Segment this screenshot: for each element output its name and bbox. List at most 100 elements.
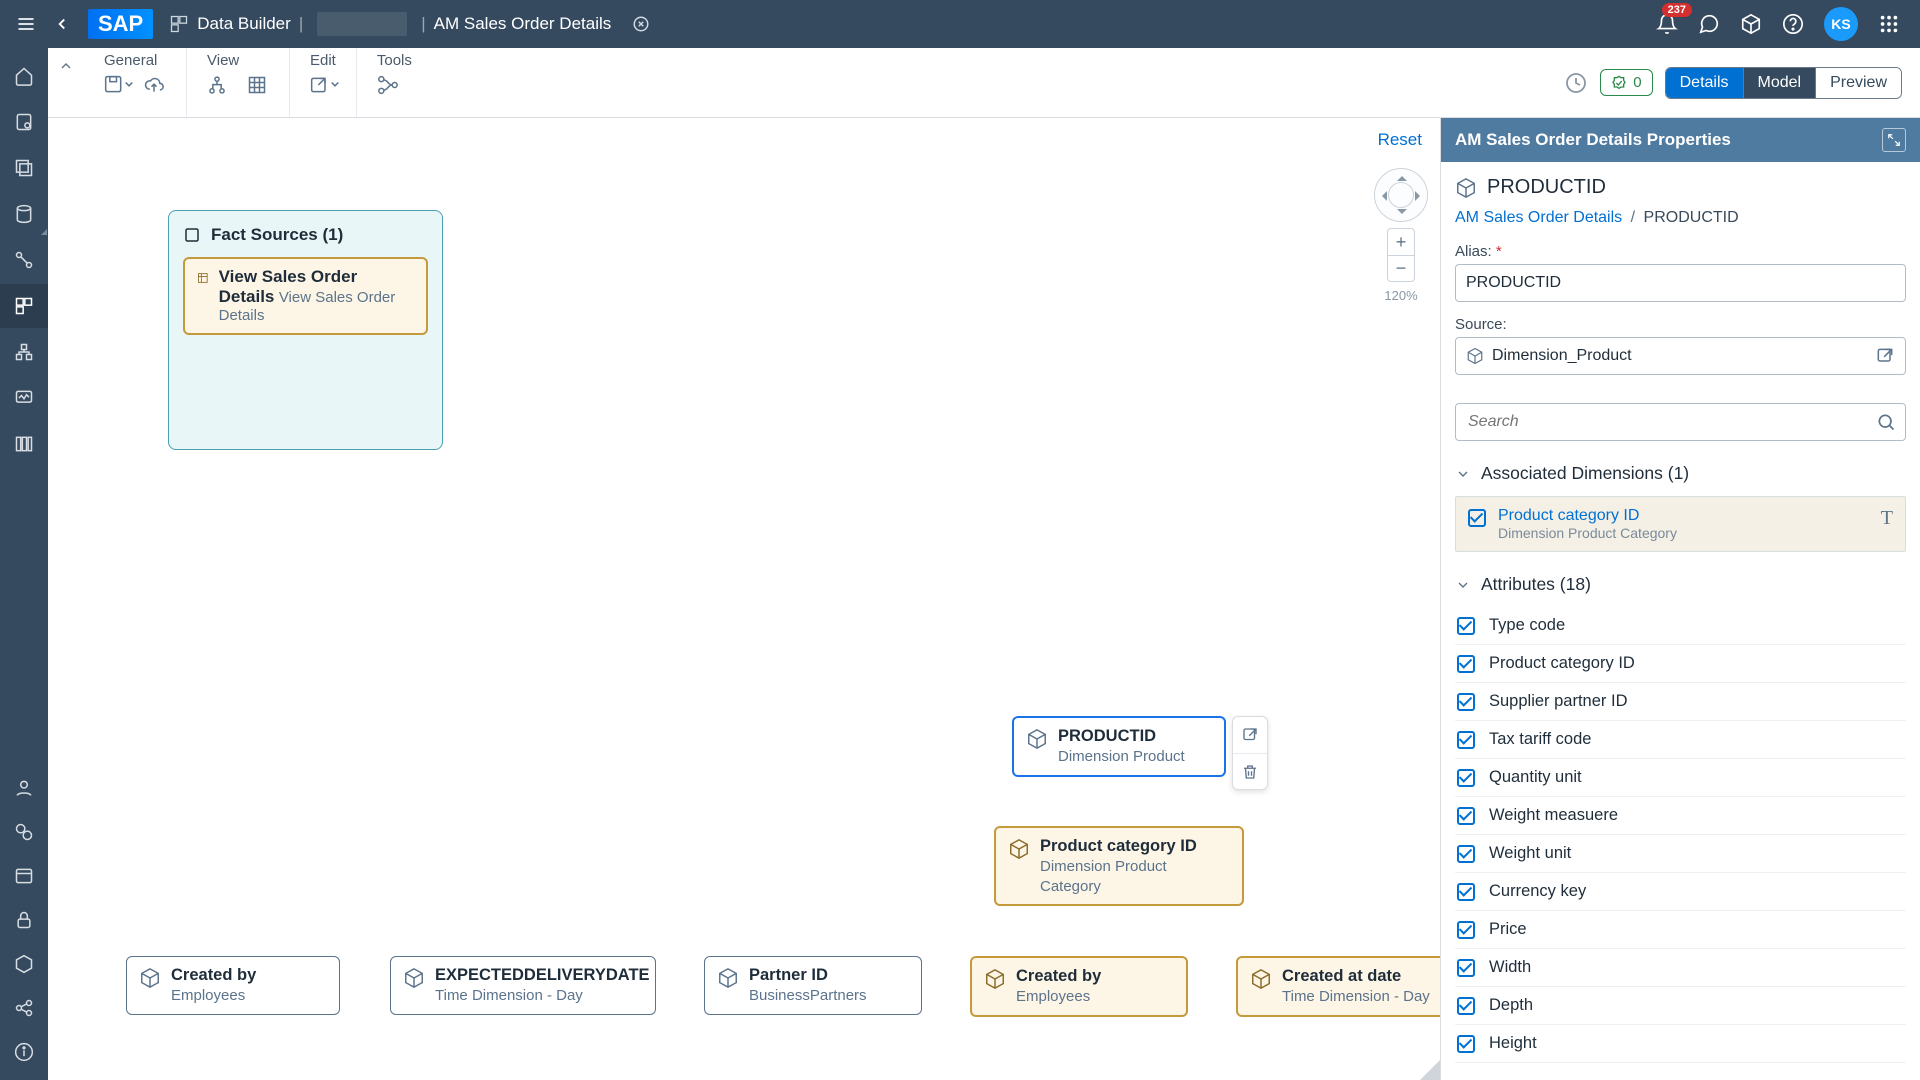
- rail-share-icon[interactable]: [0, 986, 48, 1030]
- checkbox[interactable]: [1457, 693, 1475, 711]
- model-canvas[interactable]: Fact Sources (1) View Sales Order Detail…: [48, 118, 1440, 1080]
- view-mode-segments: Details Model Preview: [1665, 67, 1902, 99]
- attribute-row[interactable]: Currency key: [1455, 873, 1906, 911]
- node-title: PRODUCTID: [1058, 726, 1185, 747]
- checkbox[interactable]: [1457, 921, 1475, 939]
- attribute-row[interactable]: Height: [1455, 1025, 1906, 1063]
- segment-preview[interactable]: Preview: [1815, 68, 1901, 98]
- rail-columns-icon[interactable]: [0, 422, 48, 466]
- rail-database-icon[interactable]: [0, 192, 48, 236]
- node-delete-icon[interactable]: [1233, 753, 1267, 789]
- source-input[interactable]: Dimension_Product: [1455, 337, 1906, 375]
- attribute-row[interactable]: Type code: [1455, 607, 1906, 645]
- zoom-out-icon[interactable]: −: [1388, 255, 1414, 281]
- back-icon[interactable]: [44, 6, 80, 42]
- associated-dimension-card[interactable]: Product category ID Dimension Product Ca…: [1455, 496, 1906, 552]
- validation-pill[interactable]: 0: [1600, 69, 1652, 96]
- segment-model[interactable]: Model: [1743, 68, 1816, 98]
- node-title: EXPECTEDDELIVERYDATE: [435, 965, 650, 986]
- node-productid[interactable]: PRODUCTIDDimension Product: [1012, 716, 1226, 777]
- collapse-toolbar-icon[interactable]: [48, 48, 84, 117]
- node-created-by-1[interactable]: Created byEmployees: [126, 956, 340, 1015]
- rail-lock-icon[interactable]: [0, 898, 48, 942]
- rail-catalog-icon[interactable]: [0, 854, 48, 898]
- app-grid-icon[interactable]: [1878, 13, 1900, 35]
- node-subtitle: Time Dimension - Day: [1282, 987, 1430, 1007]
- notification-icon[interactable]: 237: [1656, 13, 1678, 35]
- search-input[interactable]: [1455, 403, 1906, 441]
- checkbox[interactable]: [1457, 845, 1475, 863]
- export-icon[interactable]: [310, 75, 332, 97]
- checkbox[interactable]: [1457, 731, 1475, 749]
- bc-root[interactable]: AM Sales Order Details: [1455, 209, 1622, 226]
- app-name[interactable]: Data Builder: [197, 14, 291, 34]
- checkbox[interactable]: [1457, 997, 1475, 1015]
- rail-person-icon[interactable]: [0, 766, 48, 810]
- checkbox[interactable]: [1457, 883, 1475, 901]
- history-icon[interactable]: [1564, 71, 1588, 95]
- fact-node-view-sales-order[interactable]: View Sales Order Details View Sales Orde…: [183, 257, 428, 335]
- checkbox[interactable]: [1457, 1035, 1475, 1053]
- space-selector[interactable]: [317, 12, 407, 36]
- node-product-category[interactable]: Product category IDDimension Product Cat…: [994, 826, 1244, 906]
- deploy-icon[interactable]: [144, 75, 166, 97]
- expand-panel-icon[interactable]: [1882, 128, 1906, 152]
- save-icon[interactable]: [104, 75, 126, 97]
- attribute-row[interactable]: Price: [1455, 911, 1906, 949]
- search-icon[interactable]: [1876, 412, 1896, 432]
- rail-search-icon[interactable]: [0, 810, 48, 854]
- fact-sources-group[interactable]: Fact Sources (1) View Sales Order Detail…: [168, 210, 443, 450]
- node-open-icon[interactable]: [1233, 717, 1267, 753]
- node-expected-delivery[interactable]: EXPECTEDDELIVERYDATETime Dimension - Day: [390, 956, 656, 1015]
- attribute-label: Product category ID: [1489, 654, 1635, 673]
- node-created-by-2[interactable]: Created byEmployees: [970, 956, 1188, 1017]
- checkbox[interactable]: [1457, 807, 1475, 825]
- attribute-row[interactable]: Width: [1455, 949, 1906, 987]
- rail-flow-icon[interactable]: [0, 238, 48, 282]
- attribute-row[interactable]: Depth: [1455, 987, 1906, 1025]
- segment-details[interactable]: Details: [1666, 68, 1743, 98]
- reset-button[interactable]: Reset: [1378, 130, 1422, 150]
- attribute-label: Type code: [1489, 616, 1565, 635]
- section-attributes[interactable]: Attributes (18): [1455, 574, 1906, 595]
- impact-icon[interactable]: [377, 75, 399, 97]
- node-partner-id[interactable]: Partner IDBusinessPartners: [704, 956, 922, 1015]
- checkbox[interactable]: [1457, 769, 1475, 787]
- checkbox[interactable]: [1468, 509, 1486, 527]
- checkbox[interactable]: [1457, 655, 1475, 673]
- package-icon[interactable]: [1740, 13, 1762, 35]
- attribute-row[interactable]: Product category ID: [1455, 645, 1906, 683]
- open-source-icon[interactable]: [1875, 346, 1895, 366]
- avatar[interactable]: KS: [1824, 7, 1858, 41]
- chat-icon[interactable]: [1698, 13, 1720, 35]
- rail-layers-icon[interactable]: [0, 146, 48, 190]
- alias-input[interactable]: PRODUCTID: [1455, 264, 1906, 302]
- checkbox[interactable]: [1457, 617, 1475, 635]
- attribute-label: Width: [1489, 958, 1531, 977]
- node-created-at[interactable]: Created at dateTime Dimension - Day: [1236, 956, 1454, 1017]
- resize-handle[interactable]: [1420, 1060, 1440, 1080]
- pan-compass[interactable]: [1374, 168, 1428, 222]
- attribute-row[interactable]: Weight unit: [1455, 835, 1906, 873]
- rail-home-icon[interactable]: [0, 54, 48, 98]
- toolbar-group-edit: Edit: [290, 48, 357, 117]
- attribute-row[interactable]: Quantity unit: [1455, 759, 1906, 797]
- section-associated-dimensions[interactable]: Associated Dimensions (1): [1455, 463, 1906, 484]
- grid-view-icon[interactable]: [247, 75, 269, 97]
- rail-hierarchy-icon[interactable]: [0, 330, 48, 374]
- rail-repository-icon[interactable]: [0, 100, 48, 144]
- rail-info-icon[interactable]: [0, 1030, 48, 1074]
- attribute-row[interactable]: Weight measuere: [1455, 797, 1906, 835]
- attribute-row[interactable]: Tax tariff code: [1455, 721, 1906, 759]
- checkbox[interactable]: [1457, 959, 1475, 977]
- rail-monitor-icon[interactable]: [0, 376, 48, 420]
- attribute-row[interactable]: Supplier partner ID: [1455, 683, 1906, 721]
- close-icon[interactable]: [629, 12, 653, 36]
- object-name: PRODUCTID: [1487, 176, 1606, 199]
- menu-icon[interactable]: [8, 6, 44, 42]
- rail-package-icon[interactable]: [0, 942, 48, 986]
- zoom-in-icon[interactable]: +: [1388, 229, 1414, 255]
- help-icon[interactable]: [1782, 13, 1804, 35]
- tree-view-icon[interactable]: [207, 75, 229, 97]
- rail-data-builder-icon[interactable]: [0, 284, 48, 328]
